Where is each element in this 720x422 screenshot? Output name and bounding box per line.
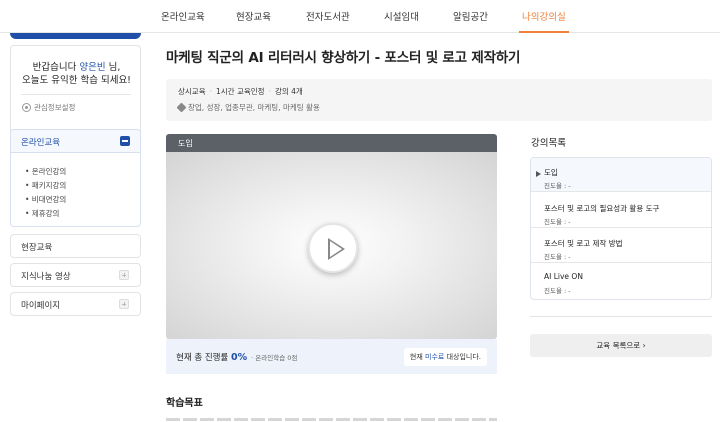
expand-icon[interactable]	[119, 299, 129, 309]
sidebar-top-bar	[10, 33, 141, 39]
lecture-item[interactable]: 도입 진도율 : -	[531, 158, 711, 192]
nav-my-classroom[interactable]: 나의강의실	[522, 9, 566, 23]
nav-e-library[interactable]: 전자도서관	[306, 9, 350, 23]
sidebar-subitem-remote-lecture[interactable]: • 비대면강의	[25, 194, 66, 205]
divider	[21, 94, 131, 95]
progress-label: 현재 총 진행률 0% · 온라인학습 0점	[176, 352, 298, 363]
course-title: 마케팅 직군의 AI 리터러시 향상하기 - 포스터 및 로고 제작하기	[166, 50, 521, 66]
course-type: 상시교육	[178, 87, 206, 96]
collapse-icon[interactable]	[120, 136, 130, 146]
progress-bar-panel: 현재 총 진행률 0% · 온라인학습 0점 현재 미수료 대상입니다.	[166, 339, 497, 374]
nav-notice[interactable]: 알림공간	[453, 9, 488, 23]
nav-field-education[interactable]: 현장교육	[236, 9, 271, 23]
video-title: 도입	[178, 139, 193, 148]
top-navigation: 온라인교육 현장교육 전자도서관 시설임대 알림공간 나의강의실	[0, 0, 720, 33]
progress-sub: · 온라인학습 0점	[251, 354, 298, 362]
sidebar-menu-online-education: 온라인교육 • 온라인강의 • 패키지강의 • 비대면강의 • 제휴강의	[10, 129, 141, 227]
learning-goal-text-cut	[166, 416, 497, 422]
course-meta: 상시교육 · 1시간 교육인정 · 강의 4개	[178, 87, 303, 96]
play-icon	[328, 238, 345, 260]
lecture-item[interactable]: 포스터 및 로고의 필요성과 활용 도구 진도율 : -	[531, 194, 711, 228]
video-header: 도입	[166, 134, 497, 152]
divider	[530, 316, 712, 317]
toc-heading: 강의목록	[531, 138, 566, 149]
sidebar-menu-knowledge-video[interactable]: 지식나눔 영상	[10, 263, 141, 287]
welcome-greeting: 반갑습니다 양은빈 님,	[32, 62, 121, 73]
learning-goal-heading: 학습목표	[166, 398, 203, 409]
active-nav-underline	[519, 31, 569, 33]
progress-value: 0%	[231, 352, 248, 363]
lecture-item[interactable]: AI Live ON 진도율 : -	[531, 263, 711, 297]
lecture-item[interactable]: 포스터 및 로고 제작 방법 진도율 : -	[531, 229, 711, 263]
sidebar-subitem-partner-lecture[interactable]: • 제휴강의	[25, 208, 59, 219]
course-credit: 1시간 교육인정	[216, 87, 265, 96]
nav-online-education[interactable]: 온라인교육	[161, 9, 205, 23]
welcome-message: 오늘도 유익한 학습 되세요!	[21, 75, 131, 86]
current-lecture-icon	[536, 171, 541, 177]
sidebar-menu-field-education[interactable]: 현장교육	[10, 234, 141, 258]
video-area[interactable]	[166, 152, 497, 339]
course-tags: 창업, 성장, 업종무관, 마케팅, 마케팅 활용	[176, 102, 320, 113]
play-button[interactable]	[308, 223, 358, 273]
sidebar-subitem-package-lecture[interactable]: • 패키지강의	[25, 180, 66, 191]
completion-status-badge: 현재 미수료 대상입니다.	[403, 348, 487, 366]
course-info-box: 상시교육 · 1시간 교육인정 · 강의 4개 창업, 성장, 업종무관, 마케팅, 마…	[166, 79, 712, 121]
tag-icon	[176, 102, 187, 113]
course-lecture-count: 강의 4개	[274, 87, 303, 96]
interest-settings-link[interactable]: 관심정보설정	[22, 102, 75, 113]
expand-icon[interactable]	[119, 270, 129, 280]
back-to-list-button[interactable]: 교육 목록으로 ›	[530, 334, 712, 357]
video-player: 도입	[166, 134, 497, 339]
sidebar-menu-header[interactable]: 온라인교육	[11, 130, 140, 153]
gear-icon	[22, 103, 31, 112]
nav-facility-rental[interactable]: 시설임대	[384, 9, 419, 23]
sidebar-subitem-online-lecture[interactable]: • 온라인강의	[25, 166, 66, 177]
lecture-list: 도입 진도율 : - 포스터 및 로고의 필요성과 활용 도구 진도율 : - …	[530, 157, 712, 300]
sidebar-menu-my-page[interactable]: 마이페이지	[10, 292, 141, 316]
